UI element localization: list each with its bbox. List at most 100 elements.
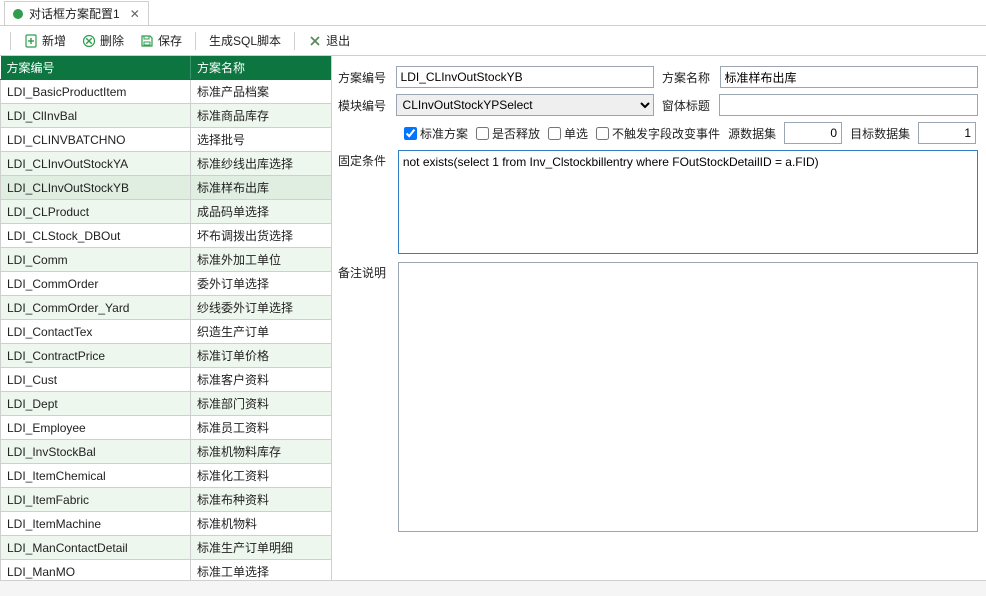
cell-name: 标准外加工单位 bbox=[191, 248, 333, 272]
table-row[interactable]: LDI_CLProduct成品码单选择 bbox=[1, 200, 333, 224]
cell-code: LDI_Comm bbox=[1, 248, 191, 272]
cell-code: LDI_ManMO bbox=[1, 560, 191, 581]
save-button[interactable]: 保存 bbox=[133, 28, 189, 53]
save-icon bbox=[140, 34, 154, 48]
cell-code: LDI_ItemFabric bbox=[1, 488, 191, 512]
close-icon[interactable]: ✕ bbox=[126, 7, 140, 21]
target-dataset-field[interactable] bbox=[918, 122, 976, 144]
cell-name: 标准纱线出库选择 bbox=[191, 152, 333, 176]
scheme-code-field[interactable] bbox=[396, 66, 654, 88]
cell-name: 标准订单价格 bbox=[191, 344, 333, 368]
cell-name: 标准布种资料 bbox=[191, 488, 333, 512]
table-row[interactable]: LDI_BasicProductItem标准产品档案 bbox=[1, 80, 333, 104]
table-row[interactable]: LDI_ItemFabric标准布种资料 bbox=[1, 488, 333, 512]
table-row[interactable]: LDI_Employee标准员工资料 bbox=[1, 416, 333, 440]
cell-code: LDI_CommOrder bbox=[1, 272, 191, 296]
label-target-dataset: 目标数据集 bbox=[850, 125, 910, 142]
gensql-button[interactable]: 生成SQL脚本 bbox=[202, 28, 288, 53]
cell-name: 标准产品档案 bbox=[191, 80, 333, 104]
cell-code: LDI_ItemMachine bbox=[1, 512, 191, 536]
cell-name: 标准化工资料 bbox=[191, 464, 333, 488]
add-button[interactable]: 新增 bbox=[17, 28, 73, 53]
cell-name: 标准员工资料 bbox=[191, 416, 333, 440]
label-fixed-condition: 固定条件 bbox=[338, 150, 398, 169]
table-row[interactable]: LDI_ClInvBal标准商品库存 bbox=[1, 104, 333, 128]
cell-name: 标准商品库存 bbox=[191, 104, 333, 128]
fixed-condition-textarea[interactable] bbox=[398, 150, 978, 254]
toolbar-separator bbox=[294, 32, 295, 50]
save-button-label: 保存 bbox=[158, 32, 182, 49]
add-icon bbox=[24, 34, 38, 48]
table-row[interactable]: LDI_CLInvOutStockYA标准纱线出库选择 bbox=[1, 152, 333, 176]
table-row[interactable]: LDI_Cust标准客户资料 bbox=[1, 368, 333, 392]
cell-code: LDI_ClInvBal bbox=[1, 104, 191, 128]
cell-name: 委外订单选择 bbox=[191, 272, 333, 296]
col-header-code[interactable]: 方案编号 bbox=[1, 56, 191, 80]
release-checkbox[interactable]: 是否释放 bbox=[476, 125, 540, 142]
cell-code: LDI_CLINVBATCHNO bbox=[1, 128, 191, 152]
add-button-label: 新增 bbox=[42, 32, 66, 49]
table-row[interactable]: LDI_ContractPrice标准订单价格 bbox=[1, 344, 333, 368]
label-scheme-name: 方案名称 bbox=[662, 69, 720, 86]
cell-code: LDI_ContractPrice bbox=[1, 344, 191, 368]
cell-name: 标准工单选择 bbox=[191, 560, 333, 581]
tab-title: 对话框方案配置1 bbox=[29, 5, 120, 22]
table-row[interactable]: LDI_InvStockBal标准机物料库存 bbox=[1, 440, 333, 464]
detail-form: 方案编号 方案名称 模块编号 CLInvOutStockYPSelect 窗体标… bbox=[332, 56, 986, 580]
cell-code: LDI_ManContactDetail bbox=[1, 536, 191, 560]
cell-code: LDI_CLProduct bbox=[1, 200, 191, 224]
cell-name: 标准机物料 bbox=[191, 512, 333, 536]
module-code-select[interactable]: CLInvOutStockYPSelect bbox=[396, 94, 654, 116]
cell-name: 选择批号 bbox=[191, 128, 333, 152]
cell-code: LDI_CLInvOutStockYA bbox=[1, 152, 191, 176]
label-scheme-code: 方案编号 bbox=[338, 69, 396, 86]
table-row[interactable]: LDI_CLINVBATCHNO选择批号 bbox=[1, 128, 333, 152]
delete-button[interactable]: 删除 bbox=[75, 28, 131, 53]
cell-name: 标准机物料库存 bbox=[191, 440, 333, 464]
window-title-field[interactable] bbox=[719, 94, 978, 116]
tab-dialog-config[interactable]: 对话框方案配置1 ✕ bbox=[4, 1, 149, 25]
table-row[interactable]: LDI_Comm标准外加工单位 bbox=[1, 248, 333, 272]
delete-icon bbox=[82, 34, 96, 48]
single-select-checkbox[interactable]: 单选 bbox=[548, 125, 588, 142]
tab-bar: 对话框方案配置1 ✕ bbox=[0, 0, 986, 26]
gensql-button-label: 生成SQL脚本 bbox=[209, 32, 281, 49]
table-row[interactable]: LDI_CommOrder委外订单选择 bbox=[1, 272, 333, 296]
cell-code: LDI_Employee bbox=[1, 416, 191, 440]
source-dataset-field[interactable] bbox=[784, 122, 842, 144]
cell-name: 标准部门资料 bbox=[191, 392, 333, 416]
cell-code: LDI_ItemChemical bbox=[1, 464, 191, 488]
table-row[interactable]: LDI_Dept标准部门资料 bbox=[1, 392, 333, 416]
table-row[interactable]: LDI_ContactTex织造生产订单 bbox=[1, 320, 333, 344]
toolbar: 新增 删除 保存 生成SQL脚本 退出 bbox=[0, 26, 986, 56]
table-row[interactable]: LDI_ManContactDetail标准生产订单明细 bbox=[1, 536, 333, 560]
no-event-checkbox[interactable]: 不触发字段改变事件 bbox=[596, 125, 720, 142]
table-row[interactable]: LDI_ManMO标准工单选择 bbox=[1, 560, 333, 581]
tab-active-dot-icon bbox=[13, 9, 23, 19]
remark-textarea[interactable] bbox=[398, 262, 978, 532]
cell-code: LDI_Cust bbox=[1, 368, 191, 392]
cell-name: 坏布调拨出货选择 bbox=[191, 224, 333, 248]
table-row[interactable]: LDI_CommOrder_Yard纱线委外订单选择 bbox=[1, 296, 333, 320]
table-row[interactable]: LDI_ItemChemical标准化工资料 bbox=[1, 464, 333, 488]
cell-name: 标准样布出库 bbox=[191, 176, 333, 200]
exit-button-label: 退出 bbox=[326, 32, 350, 49]
scheme-table[interactable]: 方案编号 方案名称 LDI_BasicProductItem标准产品档案LDI_… bbox=[0, 56, 332, 580]
label-remark: 备注说明 bbox=[338, 262, 398, 281]
standard-scheme-checkbox[interactable]: 标准方案 bbox=[404, 125, 468, 142]
cell-code: LDI_BasicProductItem bbox=[1, 80, 191, 104]
cell-name: 纱线委外订单选择 bbox=[191, 296, 333, 320]
status-bar bbox=[0, 580, 986, 596]
cell-name: 标准客户资料 bbox=[191, 368, 333, 392]
cell-code: LDI_CLInvOutStockYB bbox=[1, 176, 191, 200]
col-header-name[interactable]: 方案名称 bbox=[191, 56, 333, 80]
cell-name: 织造生产订单 bbox=[191, 320, 333, 344]
table-row[interactable]: LDI_CLStock_DBOut坏布调拨出货选择 bbox=[1, 224, 333, 248]
main-area: 方案编号 方案名称 LDI_BasicProductItem标准产品档案LDI_… bbox=[0, 56, 986, 580]
scheme-name-field[interactable] bbox=[720, 66, 978, 88]
table-row[interactable]: LDI_CLInvOutStockYB标准样布出库 bbox=[1, 176, 333, 200]
scheme-grid: 方案编号 方案名称 LDI_BasicProductItem标准产品档案LDI_… bbox=[0, 56, 332, 580]
toolbar-separator bbox=[10, 32, 11, 50]
exit-button[interactable]: 退出 bbox=[301, 28, 357, 53]
table-row[interactable]: LDI_ItemMachine标准机物料 bbox=[1, 512, 333, 536]
